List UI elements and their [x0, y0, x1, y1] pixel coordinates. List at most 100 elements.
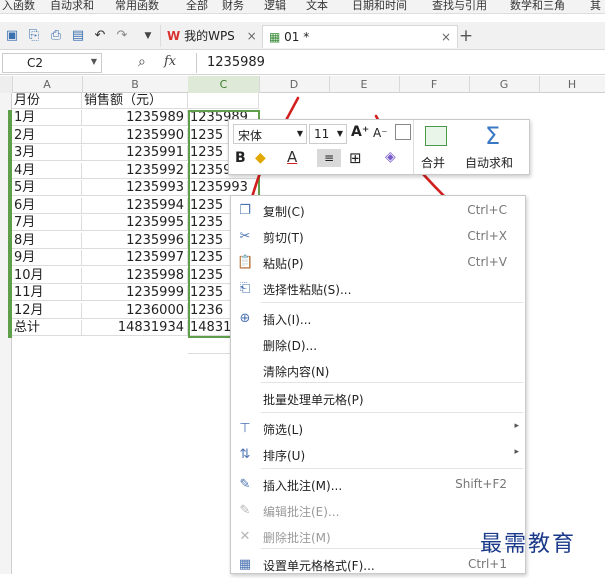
- cell-month[interactable]: 总计: [12, 320, 82, 336]
- grow-font-button[interactable]: A⁺: [351, 124, 369, 140]
- zoom-icon[interactable]: ⌕: [138, 54, 146, 70]
- cell-sales[interactable]: 1235990: [82, 127, 188, 144]
- print-icon[interactable]: ⎙: [48, 28, 64, 44]
- borders-icon[interactable]: ⊞: [349, 149, 362, 167]
- cell-sales[interactable]: 1235996: [82, 232, 188, 249]
- name-box[interactable]: C2 ▼: [2, 53, 102, 73]
- context-menu-item[interactable]: ✂ 剪切(T) Ctrl+X: [231, 224, 525, 250]
- cell-sales[interactable]: 1236000: [82, 302, 188, 319]
- context-menu-item[interactable]: ✎ 插入批注(M)... Shift+F2: [231, 472, 525, 498]
- cell-month[interactable]: 1月: [12, 110, 82, 126]
- cell-sales[interactable]: 1235993: [82, 180, 188, 196]
- cell-sales[interactable]: 1235994: [82, 197, 188, 214]
- sigma-icon[interactable]: Σ: [485, 122, 500, 150]
- font-color-button[interactable]: A: [287, 148, 297, 166]
- merge-icon[interactable]: [425, 126, 447, 146]
- merge-button[interactable]: 合并: [421, 154, 445, 171]
- column-header[interactable]: E: [329, 76, 400, 93]
- ribbon-item[interactable]: 逻辑: [264, 0, 286, 13]
- cell-selected[interactable]: 1235993: [188, 180, 259, 196]
- cell-month[interactable]: 8月: [12, 232, 82, 249]
- ribbon-item[interactable]: 自动求和: [50, 0, 94, 13]
- tab-my-wps[interactable]: W 我的WPS ×: [160, 25, 273, 47]
- cell-month[interactable]: 3月: [12, 145, 82, 161]
- ribbon-item[interactable]: 数学和三角: [510, 0, 565, 13]
- font-name-select[interactable]: 宋体 ▼: [233, 124, 307, 144]
- menu-item-shortcut: Shift+F2: [455, 477, 507, 491]
- column-header[interactable]: G: [469, 76, 540, 93]
- ribbon-item[interactable]: 全部: [186, 0, 208, 13]
- tab-document[interactable]: ▦ 01 * ×: [262, 25, 458, 48]
- align-center-icon[interactable]: ≡: [317, 149, 341, 167]
- menu-item-label: 设置单元格格式(F)...: [263, 559, 375, 573]
- column-header[interactable]: H: [539, 76, 605, 93]
- cell-month[interactable]: 11月: [12, 285, 82, 301]
- cell-month[interactable]: 12月: [12, 302, 82, 319]
- undo-icon[interactable]: ↶: [92, 28, 108, 44]
- cell-sales[interactable]: 1235995: [82, 215, 188, 231]
- shrink-font-button[interactable]: A⁻: [373, 126, 388, 140]
- column-header[interactable]: B: [82, 76, 189, 93]
- context-menu-item[interactable]: ⇅ 排序(U) ▸: [231, 442, 525, 468]
- redo-icon[interactable]: ↷: [114, 28, 130, 44]
- context-menu-item[interactable]: 批量处理单元格(P): [231, 386, 525, 412]
- chevron-down-icon[interactable]: ▼: [337, 129, 343, 138]
- ribbon-item[interactable]: 财务: [222, 0, 244, 13]
- close-icon[interactable]: ×: [247, 29, 257, 43]
- column-header[interactable]: C: [188, 76, 260, 93]
- fill-color-icon[interactable]: ◆: [255, 150, 266, 166]
- cell-sales[interactable]: 1235998: [82, 267, 188, 284]
- chevron-down-icon[interactable]: ▼: [91, 57, 97, 66]
- ribbon-item[interactable]: 其: [590, 0, 601, 13]
- customize-dropdown-icon[interactable]: ▼: [140, 28, 156, 44]
- cell-month[interactable]: 4月: [12, 162, 82, 179]
- chevron-down-icon[interactable]: ▼: [297, 129, 303, 138]
- export-pdf-icon[interactable]: ⎘: [26, 28, 42, 44]
- print-preview-icon[interactable]: ▤: [70, 28, 86, 44]
- cell-sales[interactable]: 1235999: [82, 285, 188, 301]
- context-menu-item[interactable]: ⎗ 选择性粘贴(S)...: [231, 276, 525, 302]
- new-tab-icon[interactable]: +: [458, 28, 474, 45]
- cell-month[interactable]: 2月: [12, 127, 82, 144]
- tab-label: 01 *: [284, 30, 310, 44]
- menu-item-label: 批量处理单元格(P): [263, 393, 364, 407]
- cell-header-month[interactable]: 月份: [12, 93, 82, 109]
- format-painter-icon[interactable]: [395, 124, 411, 140]
- cell[interactable]: [188, 93, 259, 109]
- clear-eraser-icon[interactable]: ◈: [385, 149, 396, 165]
- formula-input[interactable]: 1235989: [196, 53, 601, 73]
- column-header[interactable]: F: [399, 76, 470, 93]
- cell-month[interactable]: 9月: [12, 250, 82, 266]
- cell-header-sales[interactable]: 销售额（元）: [82, 93, 188, 109]
- font-size-select[interactable]: 11 ▼: [309, 124, 347, 144]
- context-menu-item[interactable]: ⊤ 筛选(L) ▸: [231, 416, 525, 442]
- ribbon-item[interactable]: 文本: [306, 0, 328, 13]
- function-icon[interactable]: fx: [164, 54, 176, 69]
- cell-sales[interactable]: 14831934: [82, 320, 188, 336]
- bold-button[interactable]: B: [235, 150, 246, 166]
- ribbon-item[interactable]: 入函数: [2, 0, 35, 13]
- ribbon-item[interactable]: 查找与引用: [432, 0, 487, 13]
- cell-month[interactable]: 7月: [12, 215, 82, 231]
- autosum-button[interactable]: 自动求和: [465, 154, 513, 171]
- menu-item-shortcut: Ctrl+X: [467, 229, 507, 243]
- cell-sales[interactable]: 1235997: [82, 250, 188, 266]
- save-icon[interactable]: ▣: [4, 28, 20, 44]
- column-header[interactable]: D: [259, 76, 330, 93]
- cell-month[interactable]: 6月: [12, 197, 82, 214]
- cell-month[interactable]: 5月: [12, 180, 82, 196]
- column-header[interactable]: A: [12, 76, 83, 93]
- context-menu-item[interactable]: 📋 粘贴(P) Ctrl+V: [231, 250, 525, 276]
- cell-sales[interactable]: 1235991: [82, 145, 188, 161]
- cell-sales[interactable]: 1235992: [82, 162, 188, 179]
- cell-month[interactable]: 10月: [12, 267, 82, 284]
- ribbon-item[interactable]: 常用函数: [115, 0, 159, 13]
- context-menu-item[interactable]: 清除内容(N): [231, 358, 525, 384]
- context-menu-item[interactable]: ⊕ 插入(I)...: [231, 306, 525, 332]
- close-icon[interactable]: ×: [441, 26, 451, 48]
- cell-sales[interactable]: 1235989: [82, 110, 188, 126]
- context-menu-item[interactable]: 删除(D)...: [231, 332, 525, 358]
- ribbon-item[interactable]: 日期和时间: [352, 0, 407, 13]
- context-menu-item[interactable]: ❐ 复制(C) Ctrl+C: [231, 198, 525, 224]
- quick-access-toolbar: ▣ ⎘ ⎙ ▤ ↶ ↷ ▼ W 我的WPS × ▦ 01 * × +: [0, 22, 605, 50]
